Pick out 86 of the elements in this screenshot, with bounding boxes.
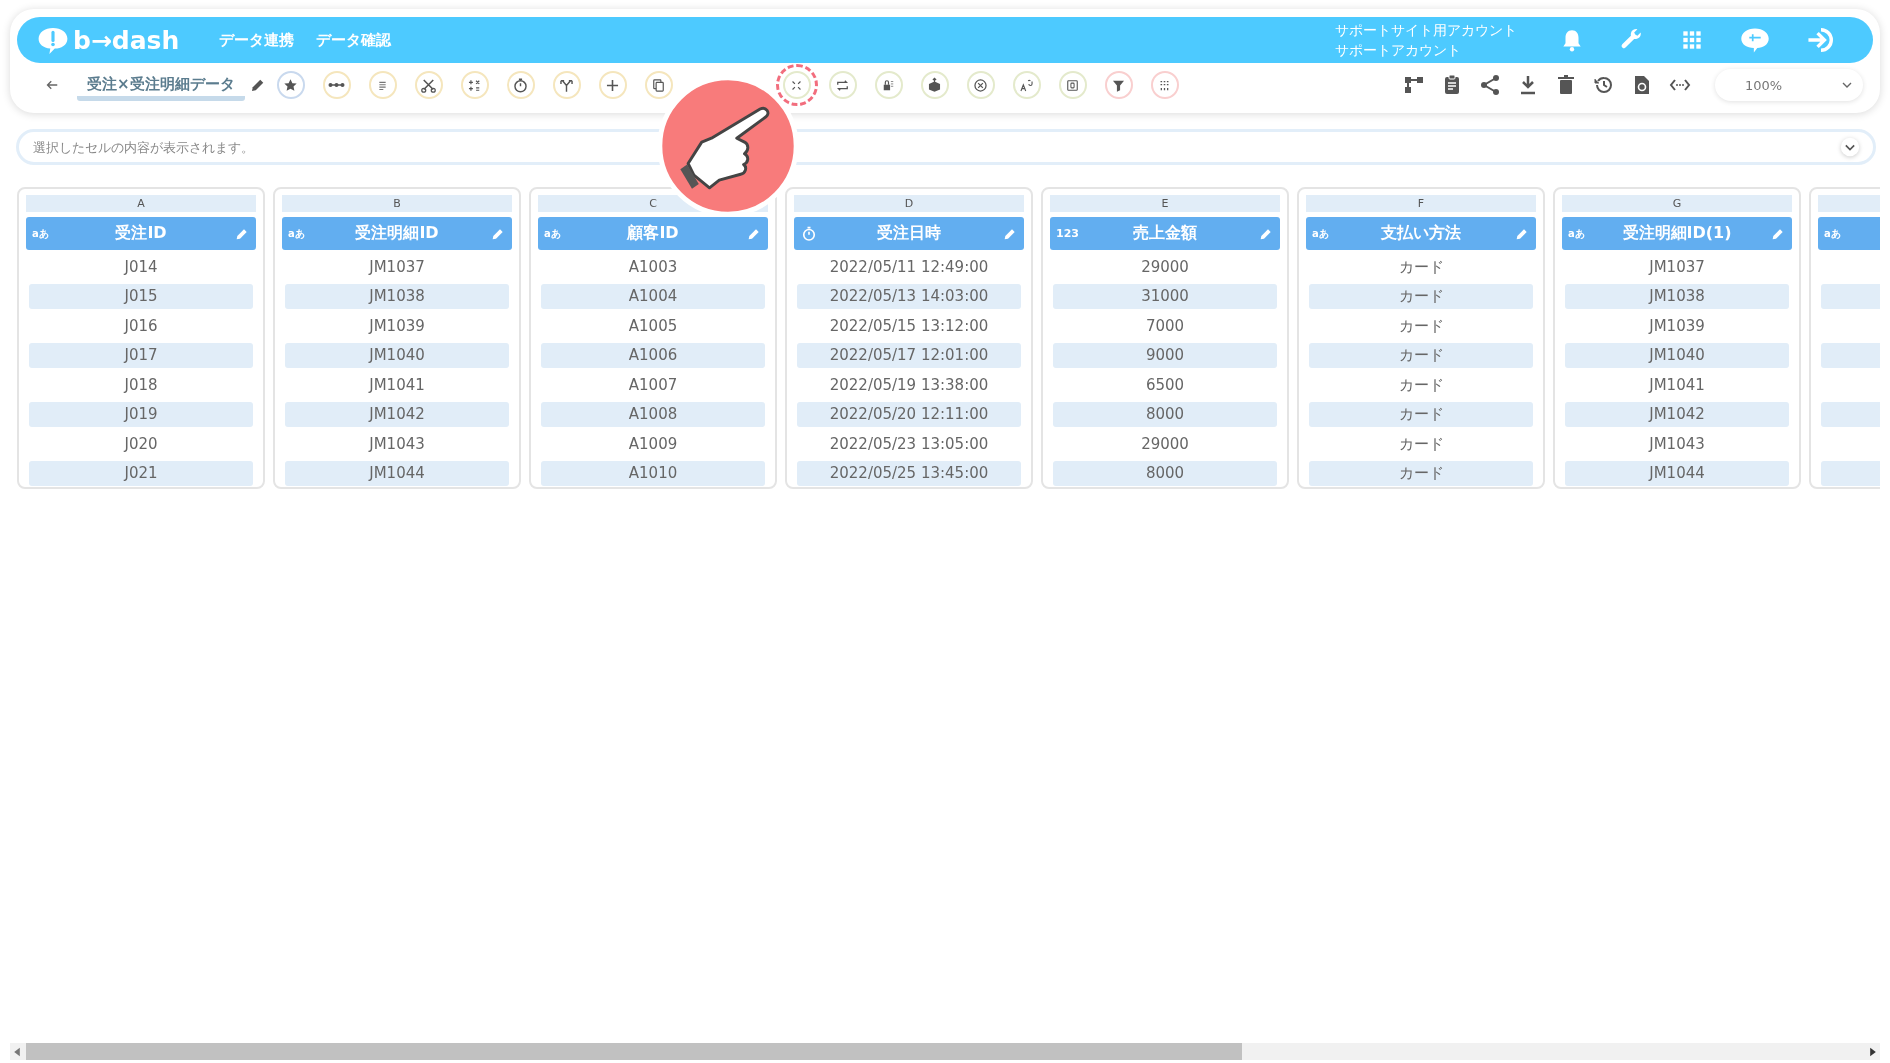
column-title: 受注明細ID: [355, 223, 439, 244]
table-cell[interactable]: 2022/05/20 12:11:00: [797, 402, 1021, 427]
table-cell[interactable]: J016: [29, 313, 253, 339]
column-title: 顧客ID: [627, 223, 679, 244]
scrollbar-thumb[interactable]: [26, 1043, 1242, 1060]
column-title: 受注明細ID(1): [1622, 223, 1732, 244]
table-cell[interactable]: A1004: [541, 284, 765, 309]
zoom-select[interactable]: 100%: [1715, 69, 1863, 101]
table-cell[interactable]: JM1040: [285, 343, 509, 368]
table-cell[interactable]: 8000: [1053, 461, 1277, 486]
type-label: aあ: [544, 226, 561, 241]
table-cell[interactable]: JM1039: [1565, 313, 1789, 339]
table-cell[interactable]: カード: [1309, 284, 1533, 309]
table-cell[interactable]: J014: [29, 254, 253, 280]
dots-icon: [327, 81, 347, 89]
table-cell[interactable]: JM1040: [1565, 343, 1789, 368]
stopwatch-icon: [800, 224, 818, 243]
table-cell[interactable]: 29000: [1053, 431, 1277, 457]
table-cell[interactable]: 2022/05/11 12:49:00: [797, 254, 1021, 280]
table-cell[interactable]: 9000: [1053, 343, 1277, 368]
account-site-name: サポートサイト用アカウント: [1335, 21, 1517, 40]
table-cell[interactable]: A1009: [541, 431, 765, 457]
column-letter[interactable]: A: [26, 195, 256, 212]
table-cell[interactable]: JM1039: [285, 313, 509, 339]
table-cell[interactable]: A1005: [541, 313, 765, 339]
table-cell[interactable]: JM1041: [1565, 372, 1789, 398]
table-cell[interactable]: J015: [29, 284, 253, 309]
table-cell[interactable]: カード: [1309, 461, 1533, 486]
table-cell[interactable]: A1010: [541, 461, 765, 486]
table-cell[interactable]: 2022/05/15 13:12:00: [797, 313, 1021, 339]
share-icon[interactable]: [1478, 73, 1502, 97]
type-label: aあ: [1568, 226, 1585, 241]
column-letter[interactable]: G: [1562, 195, 1792, 212]
table-cell[interactable]: 2022/05/23 13:05:00: [797, 431, 1021, 457]
table-cell[interactable]: JM1042: [285, 402, 509, 427]
table-cell[interactable]: 2022/05/13 14:03:00: [797, 284, 1021, 309]
table-cell[interactable]: J020: [29, 431, 253, 457]
table-cell[interactable]: 6500: [1053, 372, 1277, 398]
table-cell[interactable]: カード: [1309, 343, 1533, 368]
table-cell[interactable]: JM1043: [285, 431, 509, 457]
table-cell[interactable]: J018: [29, 372, 253, 398]
table-cell[interactable]: カード: [1309, 372, 1533, 398]
table-cell[interactable]: J021: [29, 461, 253, 486]
type-label: aあ: [288, 226, 305, 241]
table-cell[interactable]: J017: [29, 343, 253, 368]
table-cell[interactable]: JM1037: [285, 254, 509, 280]
table-cell[interactable]: JM1037: [1565, 254, 1789, 280]
table-cell[interactable]: JM1043: [1565, 431, 1789, 457]
column-letter[interactable]: F: [1306, 195, 1536, 212]
table-cell[interactable]: JM1038: [1565, 284, 1789, 309]
table-cell[interactable]: J019: [29, 402, 253, 427]
column-title: 受注ID: [115, 223, 167, 244]
type-label: 123: [1056, 227, 1079, 240]
table-cell[interactable]: JM1044: [285, 461, 509, 486]
table-cell[interactable]: JM1041: [285, 372, 509, 398]
table-cell[interactable]: JM1042: [1565, 402, 1789, 427]
column-letter[interactable]: B: [282, 195, 512, 212]
horizontal-scrollbar[interactable]: [10, 1043, 1880, 1060]
table-cell[interactable]: JM1038: [285, 284, 509, 309]
table-cell[interactable]: 8000: [1053, 402, 1277, 427]
column-letter[interactable]: D: [794, 195, 1024, 212]
table-cell[interactable]: A1008: [541, 402, 765, 427]
table-cell[interactable]: A1003: [541, 254, 765, 280]
account-name: サポートアカウント: [1335, 41, 1462, 60]
table-cell[interactable]: 7000: [1053, 313, 1277, 339]
table-cell[interactable]: カード: [1309, 254, 1533, 280]
type-label: aあ: [1312, 226, 1329, 241]
column-title: 支払い方法: [1381, 223, 1461, 244]
type-label: aあ: [1824, 226, 1841, 241]
table-cell[interactable]: 31000: [1053, 284, 1277, 309]
dataset-title[interactable]: 受注×受注明細データ: [77, 75, 245, 101]
table-cell[interactable]: JM1044: [1565, 461, 1789, 486]
table-cell[interactable]: A1006: [541, 343, 765, 368]
table-cell[interactable]: 29000: [1053, 254, 1277, 280]
table-cell[interactable]: 2022/05/25 13:45:00: [797, 461, 1021, 486]
table-cell[interactable]: カード: [1309, 402, 1533, 427]
type-label: aあ: [32, 226, 49, 241]
column-title: 売上金額: [1133, 223, 1197, 244]
table-cell[interactable]: カード: [1309, 431, 1533, 457]
column-title: 受注日時: [877, 223, 941, 244]
table-cell[interactable]: カード: [1309, 313, 1533, 339]
table-cell[interactable]: 2022/05/17 12:01:00: [797, 343, 1021, 368]
table-cell[interactable]: A1007: [541, 372, 765, 398]
column-letter[interactable]: E: [1050, 195, 1280, 212]
cell-content-field[interactable]: 選択したセルの内容が表示されます。: [16, 129, 1876, 165]
table-cell[interactable]: 2022/05/19 13:38:00: [797, 372, 1021, 398]
